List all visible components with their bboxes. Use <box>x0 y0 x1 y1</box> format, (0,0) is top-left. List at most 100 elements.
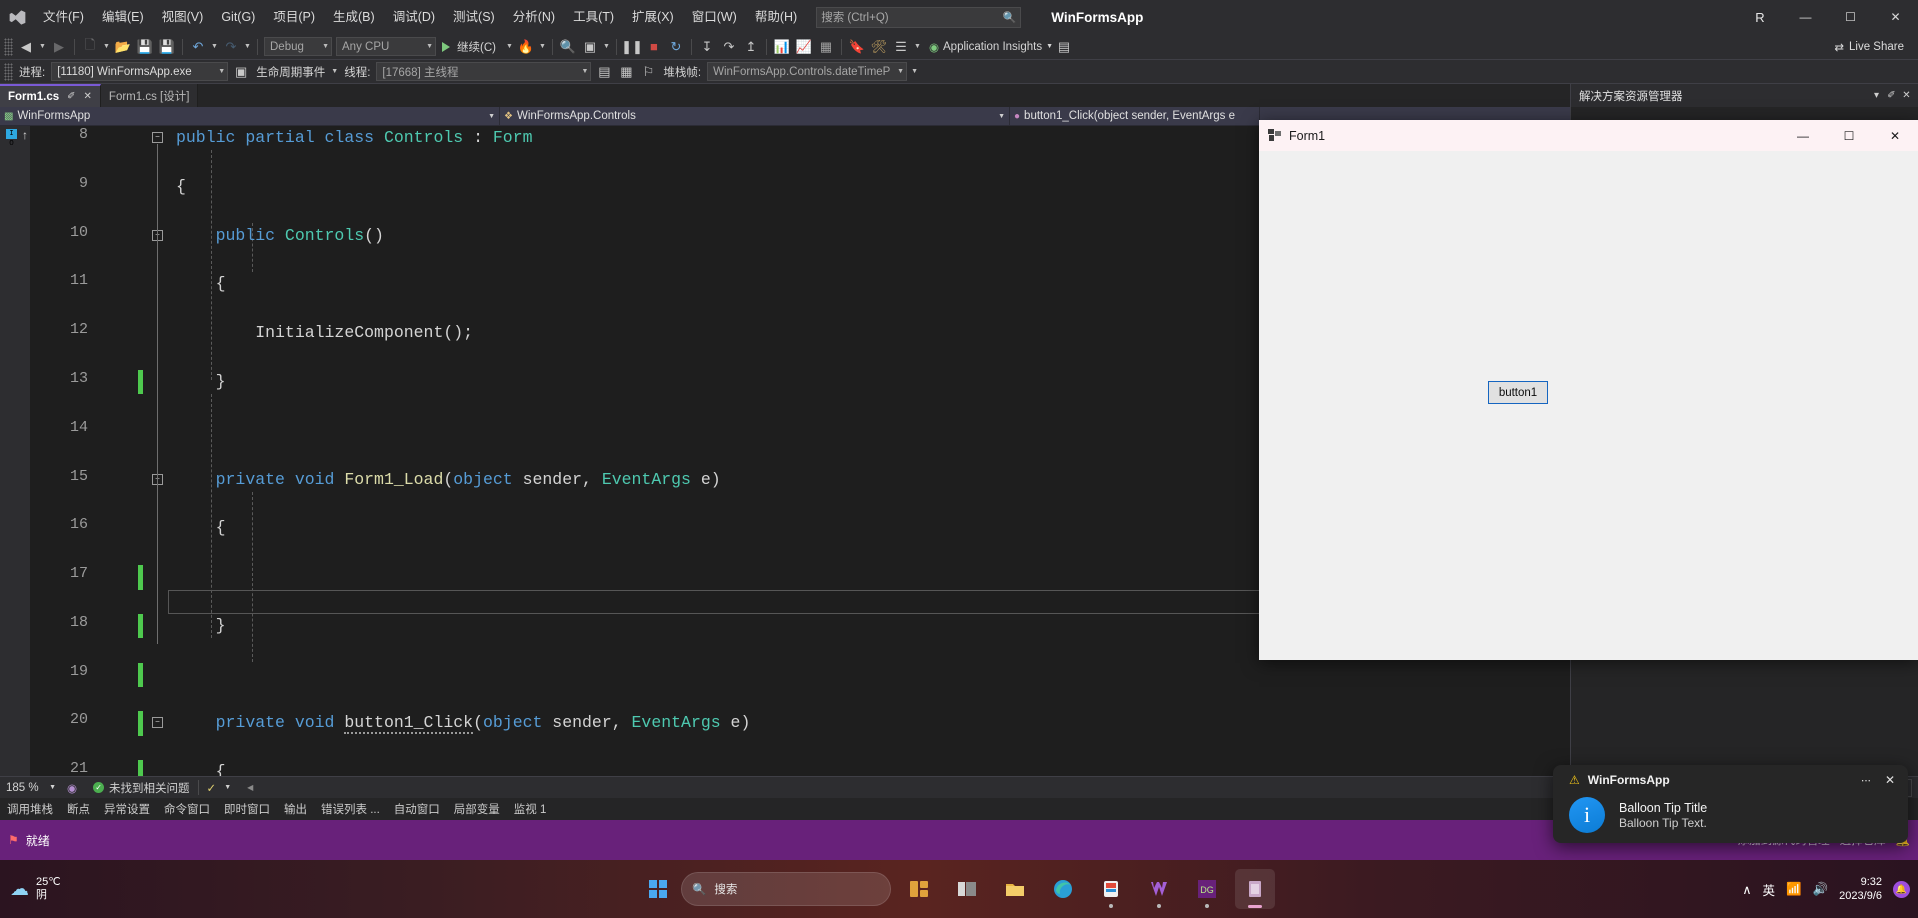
save-icon[interactable]: 💾 <box>134 36 156 58</box>
dock-tab-autos[interactable]: 自动窗口 <box>387 801 447 817</box>
hot-reload-icon[interactable]: 🔥 <box>515 36 537 58</box>
hot-reload-caret-icon[interactable]: ▼ <box>537 36 548 58</box>
step-over-icon[interactable]: ↷ <box>718 36 740 58</box>
dock-tab-watch-1[interactable]: 监视 1 <box>507 801 554 817</box>
menu-item-analyze[interactable]: 分析(N) <box>504 0 564 34</box>
ime-language-indicator[interactable]: 英 <box>1763 880 1776 899</box>
menu-item-project[interactable]: 项目(P) <box>264 0 324 34</box>
application-insights-button[interactable]: ◉ Application Insights ▼ <box>929 40 1053 54</box>
editor-zoom-combo[interactable]: 185 % ▼ <box>3 779 59 797</box>
stack-frame-prev-icon[interactable]: ▤ <box>593 61 615 83</box>
new-item-icon[interactable]: 🗋 <box>79 36 101 58</box>
quick-search-input[interactable]: 搜索 (Ctrl+Q) 🔍 <box>816 6 1022 28</box>
lifecycle-events-icon[interactable]: ▣ <box>230 61 252 83</box>
debug-toolbar-grip[interactable] <box>4 62 13 81</box>
close-icon[interactable]: ✕ <box>1899 90 1914 101</box>
pin-icon[interactable]: ✐ <box>1884 90 1899 101</box>
form1-close-button[interactable]: ✕ <box>1872 120 1918 151</box>
process-combo[interactable]: [11180] WinFormsApp.exe ▼ <box>51 62 229 81</box>
dock-tab-exception-settings[interactable]: 异常设置 <box>97 801 157 817</box>
form1-client-area[interactable]: button1 <box>1259 151 1918 660</box>
select-element-caret-icon[interactable]: ▼ <box>601 36 612 58</box>
fold-toggle-icon[interactable]: − <box>152 717 163 729</box>
toolbar-grip[interactable] <box>4 37 13 56</box>
tab-form1-cs-design[interactable]: Form1.cs [设计] <box>100 84 199 107</box>
stack-frame-next-icon[interactable]: ▦ <box>615 61 637 83</box>
pause-debug-icon[interactable]: ❚❚ <box>621 36 643 58</box>
fold-toggle-icon[interactable]: − <box>152 132 163 143</box>
undo-icon[interactable]: ↶ <box>187 36 209 58</box>
chevron-down-icon[interactable]: ▾ <box>1869 90 1884 101</box>
tab-form1-cs[interactable]: Form1.cs ✐ ✕ <box>0 84 101 107</box>
menu-item-git[interactable]: Git(G) <box>212 0 264 34</box>
form1-maximize-button[interactable]: ☐ <box>1826 120 1872 151</box>
issues-indicator[interactable]: ✓ 未找到相关问题 <box>85 780 198 796</box>
dock-tab-immediate-window[interactable]: 即时窗口 <box>217 801 277 817</box>
taskbar-app-explorer[interactable] <box>947 869 987 909</box>
notification-more-icon[interactable]: ∙∙∙ <box>1854 773 1878 787</box>
performance-icon[interactable]: 📈 <box>793 36 815 58</box>
step-into-icon[interactable]: ↧ <box>696 36 718 58</box>
diagnostics-icon[interactable]: 📊 <box>771 36 793 58</box>
redo-icon[interactable]: ↷ <box>220 36 242 58</box>
undo-caret-icon[interactable]: ▼ <box>209 36 220 58</box>
save-all-icon[interactable]: 💾 <box>156 36 178 58</box>
step-out-icon[interactable]: ↥ <box>740 36 762 58</box>
code-cleanup-caret-icon[interactable]: ▼ <box>224 784 239 791</box>
stop-debug-icon[interactable]: ■ <box>643 36 665 58</box>
menu-item-extensions[interactable]: 扩展(X) <box>623 0 683 34</box>
menu-item-help[interactable]: 帮助(H) <box>746 0 806 34</box>
form1-title-bar[interactable]: Form1 — ☐ ✕ <box>1259 120 1918 151</box>
lifecycle-caret-icon[interactable]: ▼ <box>329 61 340 83</box>
new-item-caret-icon[interactable]: ▼ <box>101 36 112 58</box>
open-file-icon[interactable]: 📂 <box>112 36 134 58</box>
dock-tab-locals[interactable]: 局部变量 <box>447 801 507 817</box>
navbar-type-dropdown[interactable]: ❖ WinFormsApp.Controls ▼ <box>500 106 1010 126</box>
restart-debug-icon[interactable]: ↻ <box>665 36 687 58</box>
pin-icon[interactable]: ✐ <box>67 91 75 102</box>
debug-toolbar-overflow-icon[interactable]: ▼ <box>909 61 920 83</box>
account-avatar[interactable]: R <box>1747 4 1773 30</box>
button1[interactable]: button1 <box>1488 381 1548 404</box>
dock-tab-call-stack[interactable]: 调用堆栈 <box>0 801 60 817</box>
taskbar-app-winformsapp[interactable] <box>1235 869 1275 909</box>
properties-caret-icon[interactable]: ▼ <box>912 36 923 58</box>
navigate-back-caret-icon[interactable]: ▼ <box>37 36 48 58</box>
taskbar-app-visual-studio[interactable]: DG <box>1187 869 1227 909</box>
code-line-text[interactable]: InitializeComponent(); <box>176 321 473 345</box>
attach-process-icon[interactable]: 🔍 <box>557 36 579 58</box>
dock-tab-output[interactable]: 输出 <box>277 801 314 817</box>
volume-icon[interactable]: 🔊 <box>1813 882 1829 897</box>
main-menu[interactable]: 文件(F) 编辑(E) 视图(V) Git(G) 项目(P) 生成(B) 调试(… <box>34 0 806 34</box>
code-line-text[interactable]: } <box>176 370 226 394</box>
select-element-icon[interactable]: ▣ <box>579 36 601 58</box>
navbar-member-dropdown[interactable]: ● button1_Click(object sender, EventArgs… <box>1010 106 1260 126</box>
continue-caret-icon[interactable]: ▼ <box>504 36 515 58</box>
balloon-tip-notification[interactable]: ⚠ WinFormsApp ∙∙∙ ✕ i Balloon Tip Title … <box>1553 765 1908 843</box>
code-line-text[interactable]: private void button1_Click(object sender… <box>176 711 750 735</box>
menu-item-window[interactable]: 窗口(W) <box>683 0 746 34</box>
code-cleanup-icon[interactable]: ✓ <box>199 781 225 795</box>
menu-item-build[interactable]: 生成(B) <box>324 0 384 34</box>
toolbox-icon[interactable]: 🛠 <box>868 36 890 58</box>
dock-tab-command-window[interactable]: 命令窗口 <box>157 801 217 817</box>
menu-item-debug[interactable]: 调试(D) <box>384 0 444 34</box>
solution-configuration-combo[interactable]: Debug ▼ <box>264 37 332 56</box>
taskbar-app-nvidia[interactable] <box>1139 869 1179 909</box>
menu-item-edit[interactable]: 编辑(E) <box>93 0 153 34</box>
dock-tab-breakpoints[interactable]: 断点 <box>60 801 97 817</box>
memory-icon[interactable]: ▦ <box>815 36 837 58</box>
taskbar-app-store[interactable] <box>1091 869 1131 909</box>
code-health-icon[interactable]: ◉ <box>59 781 85 795</box>
menu-item-test[interactable]: 测试(S) <box>444 0 504 34</box>
code-line-text[interactable]: private void Form1_Load(object sender, E… <box>176 468 721 492</box>
navigate-forward-icon[interactable]: ▶ <box>48 36 70 58</box>
menu-item-tools[interactable]: 工具(T) <box>564 0 623 34</box>
taskbar-app-edge[interactable] <box>1043 869 1083 909</box>
dock-tab-error-list[interactable]: 错误列表 ... <box>314 801 387 817</box>
navigate-back-icon[interactable]: ◀ <box>15 36 37 58</box>
form1-window[interactable]: Form1 — ☐ ✕ button1 <box>1259 120 1918 660</box>
taskbar-search-input[interactable]: 🔍 搜索 <box>681 872 891 906</box>
close-icon[interactable]: ✕ <box>84 91 92 102</box>
properties-icon[interactable]: ☰ <box>890 36 912 58</box>
